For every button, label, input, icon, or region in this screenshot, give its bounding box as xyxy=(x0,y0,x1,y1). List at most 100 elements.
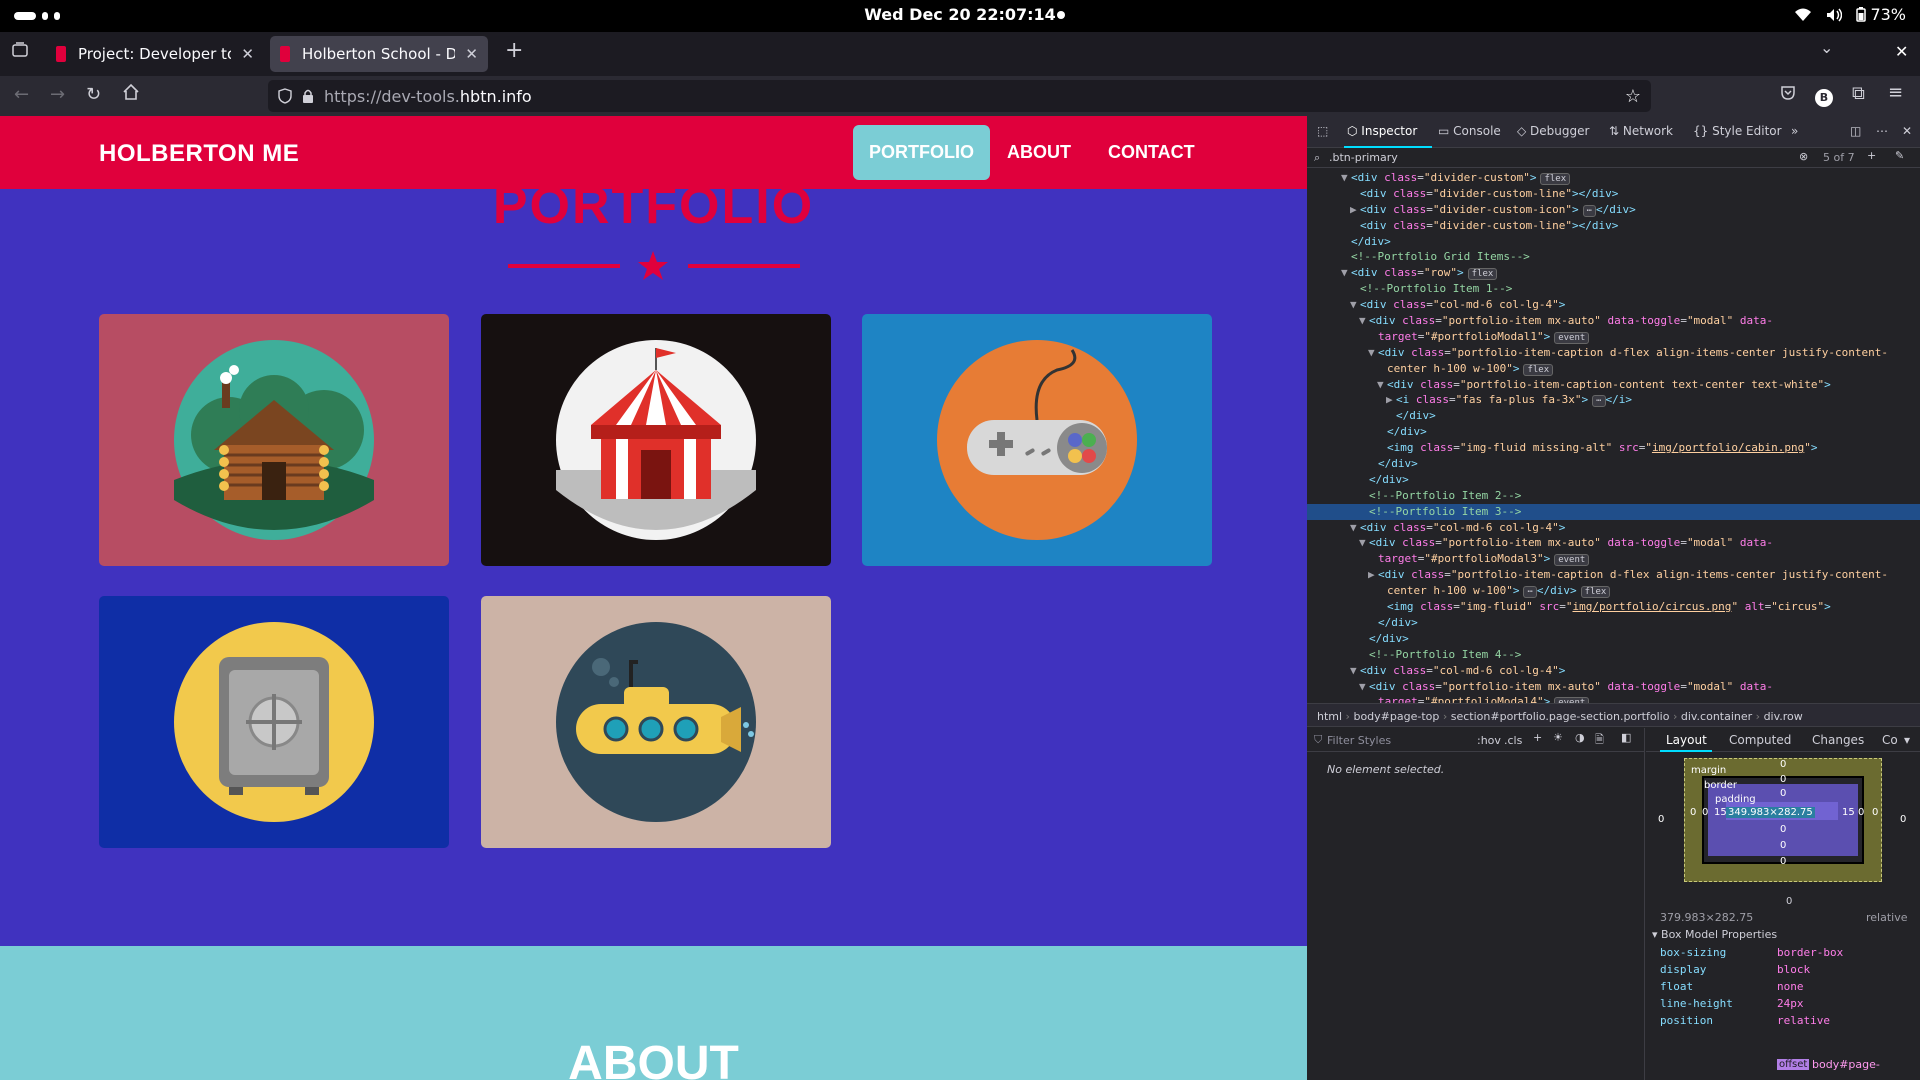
portfolio-item-circus[interactable] xyxy=(481,314,831,566)
markup-node[interactable]: </div> xyxy=(1307,615,1920,631)
markup-node[interactable]: <!--Portfolio Item 2--> xyxy=(1307,488,1920,504)
markup-node[interactable]: <!--Portfolio Item 4--> xyxy=(1307,647,1920,663)
forward-icon[interactable]: → xyxy=(50,84,65,105)
lock-icon[interactable] xyxy=(302,89,314,104)
account-avatar[interactable]: B xyxy=(1815,85,1833,107)
extensions-icon[interactable]: ⧉ xyxy=(1852,83,1865,104)
markup-node[interactable]: center h-100 w-100"> flex xyxy=(1307,361,1920,377)
close-tab-icon[interactable]: ✕ xyxy=(465,45,478,63)
markup-node[interactable]: ▼ <div class="portfolio-item-caption-cont… xyxy=(1307,377,1920,393)
breadcrumb-item[interactable]: html xyxy=(1317,710,1342,723)
markup-node[interactable]: ▼ <div class="row"> flex xyxy=(1307,265,1920,281)
markup-node[interactable]: ▶ <div class="divider-custom-icon"> ⋯ </div… xyxy=(1307,202,1920,218)
portfolio-item-safe[interactable] xyxy=(99,596,449,848)
markup-node[interactable]: ▼ <div class="portfolio-item-caption d-fl… xyxy=(1307,345,1920,361)
breadcrumb-item[interactable]: div.row xyxy=(1764,710,1803,723)
markup-node[interactable]: ▼ <div class="col-md-6 col-lg-4"> xyxy=(1307,663,1920,679)
markup-node[interactable]: <img class="img-fluid" src="img/portfoli… xyxy=(1307,599,1920,615)
tab-debugger[interactable]: ◇ Debugger xyxy=(1517,124,1589,138)
more-tabs-icon[interactable]: ▾ xyxy=(1904,733,1910,747)
tab-layout[interactable]: Layout xyxy=(1666,733,1707,747)
bookmark-star-icon[interactable]: ☆ xyxy=(1625,86,1641,107)
toggle-pseudo-classes-button[interactable]: :hov xyxy=(1477,734,1501,747)
markup-node[interactable]: </div> xyxy=(1307,472,1920,488)
new-tab-button[interactable]: + xyxy=(505,38,523,63)
tab-overview-icon[interactable] xyxy=(12,42,28,63)
markup-search-input[interactable]: .btn-primary xyxy=(1329,151,1398,164)
markup-node[interactable]: <!--Portfolio Item 1--> xyxy=(1307,281,1920,297)
collapse-toggle-icon[interactable]: ▼ xyxy=(1359,679,1369,695)
close-devtools-icon[interactable]: ✕ xyxy=(1902,124,1912,138)
tab-inspector[interactable]: ⬡ Inspector xyxy=(1347,124,1417,138)
markup-node[interactable]: ▼ <div class="portfolio-item mx-auto" dat… xyxy=(1307,535,1920,551)
tab-compatibility[interactable]: Co xyxy=(1882,733,1898,747)
portfolio-item-cabin[interactable] xyxy=(99,314,449,566)
print-simulation-icon[interactable]: 🗎 xyxy=(1595,731,1604,750)
nav-link-portfolio[interactable]: PORTFOLIO xyxy=(853,125,990,180)
devtools-menu-icon[interactable]: ⋯ xyxy=(1876,124,1888,138)
offset-parent-value[interactable]: body#page- xyxy=(1812,1058,1880,1071)
system-tray[interactable]: 73% xyxy=(1794,5,1906,24)
markup-node[interactable]: <div class="divider-custom-line"></div> xyxy=(1307,186,1920,202)
tab-style-editor[interactable]: {} Style Editor xyxy=(1693,124,1782,138)
collapse-toggle-icon[interactable]: ▼ xyxy=(1359,313,1369,329)
collapse-toggle-icon[interactable]: ▼ xyxy=(1350,297,1360,313)
markup-node[interactable]: ▶ <i class="fas fa-plus fa-3x"> ⋯ </i> xyxy=(1307,392,1920,408)
markup-node[interactable]: <!--Portfolio Item 3--> xyxy=(1307,503,1920,520)
markup-node[interactable]: </div> xyxy=(1307,424,1920,440)
collapse-toggle-icon[interactable]: ▼ xyxy=(1359,535,1369,551)
eyedropper-icon[interactable]: ✎ xyxy=(1895,149,1904,162)
markup-node[interactable]: <!--Portfolio Grid Items--> xyxy=(1307,249,1920,265)
nav-link-contact[interactable]: CONTACT xyxy=(1092,125,1211,180)
breadcrumb-item[interactable]: body#page-top xyxy=(1353,710,1439,723)
collapse-toggle-icon[interactable]: ▼ xyxy=(1377,377,1387,393)
markup-node[interactable]: ▶ <div class="portfolio-item-caption d-fl… xyxy=(1307,567,1920,583)
markup-node[interactable]: </div> xyxy=(1307,234,1920,250)
markup-node[interactable]: ▼ <div class="col-md-6 col-lg-4"> xyxy=(1307,297,1920,313)
markup-node[interactable]: center h-100 w-100"> ⋯ </div> flex xyxy=(1307,583,1920,599)
tab-console[interactable]: ▭ Console xyxy=(1438,124,1501,138)
pocket-icon[interactable] xyxy=(1780,85,1796,106)
collapse-toggle-icon[interactable]: ▼ xyxy=(1341,170,1351,186)
toggle-classes-button[interactable]: .cls xyxy=(1504,734,1522,747)
dark-mode-icon[interactable]: ◑ xyxy=(1575,731,1585,744)
markup-node[interactable]: ▼ <div class="divider-custom"> flex xyxy=(1307,170,1920,186)
tab-computed[interactable]: Computed xyxy=(1729,733,1791,747)
home-icon[interactable] xyxy=(122,83,140,106)
breadcrumb-item[interactable]: section#portfolio.page-section.portfolio xyxy=(1451,710,1670,723)
collapse-toggle-icon[interactable]: ▼ xyxy=(1341,265,1351,281)
shield-icon[interactable] xyxy=(278,88,292,104)
breadcrumb-item[interactable]: div.container xyxy=(1681,710,1752,723)
dock-toggle-icon[interactable]: ◫ xyxy=(1850,124,1861,138)
expand-toggle-icon[interactable]: ▶ xyxy=(1368,567,1378,583)
close-tab-icon[interactable]: ✕ xyxy=(241,45,254,63)
list-all-tabs-icon[interactable]: ⌄ xyxy=(1820,38,1833,57)
markup-node[interactable]: <img class="img-fluid missing-alt" src="… xyxy=(1307,440,1920,456)
collapse-toggle-icon[interactable]: ▼ xyxy=(1368,345,1378,361)
nav-link-about[interactable]: ABOUT xyxy=(991,125,1087,180)
url-bar[interactable]: https://dev-tools. hbtn.info ☆ xyxy=(268,80,1651,112)
markup-node[interactable]: ▼ <div class="portfolio-item mx-auto" dat… xyxy=(1307,313,1920,329)
markup-node[interactable]: </div> xyxy=(1307,408,1920,424)
element-picker-icon[interactable]: ⬚ xyxy=(1317,124,1328,138)
tab-changes[interactable]: Changes xyxy=(1812,733,1864,747)
markup-node[interactable]: ▼ <div class="col-md-6 col-lg-4"> xyxy=(1307,520,1920,536)
site-brand[interactable]: HOLBERTON ME xyxy=(99,140,299,168)
reload-icon[interactable]: ↻ xyxy=(86,84,101,105)
light-mode-icon[interactable]: ☀ xyxy=(1553,731,1563,744)
expand-toggle-icon[interactable]: ▶ xyxy=(1386,392,1396,408)
markup-node[interactable]: </div> xyxy=(1307,456,1920,472)
box-model-properties-header[interactable]: ▾ Box Model Properties xyxy=(1652,928,1777,941)
markup-node[interactable]: target="#portfolioModal3"> event xyxy=(1307,551,1920,567)
add-node-icon[interactable]: + xyxy=(1867,149,1876,162)
close-window-icon[interactable]: ✕ xyxy=(1895,42,1908,61)
system-clock[interactable]: Wed Dec 20 22:07:14 xyxy=(0,5,1920,24)
hamburger-menu-icon[interactable]: ≡ xyxy=(1888,82,1903,103)
add-rule-icon[interactable]: + xyxy=(1533,731,1542,744)
clear-search-icon[interactable]: ⊗ xyxy=(1799,150,1808,163)
collapse-toggle-icon[interactable]: ▼ xyxy=(1350,520,1360,536)
markup-node[interactable]: ▼ <div class="portfolio-item mx-auto" dat… xyxy=(1307,679,1920,695)
filter-styles-input[interactable]: Filter Styles xyxy=(1327,734,1391,747)
toggle-sidebar-icon[interactable]: ◧ xyxy=(1621,731,1631,744)
browser-tab-project[interactable]: Project: Developer tools | ✕ xyxy=(46,36,264,72)
